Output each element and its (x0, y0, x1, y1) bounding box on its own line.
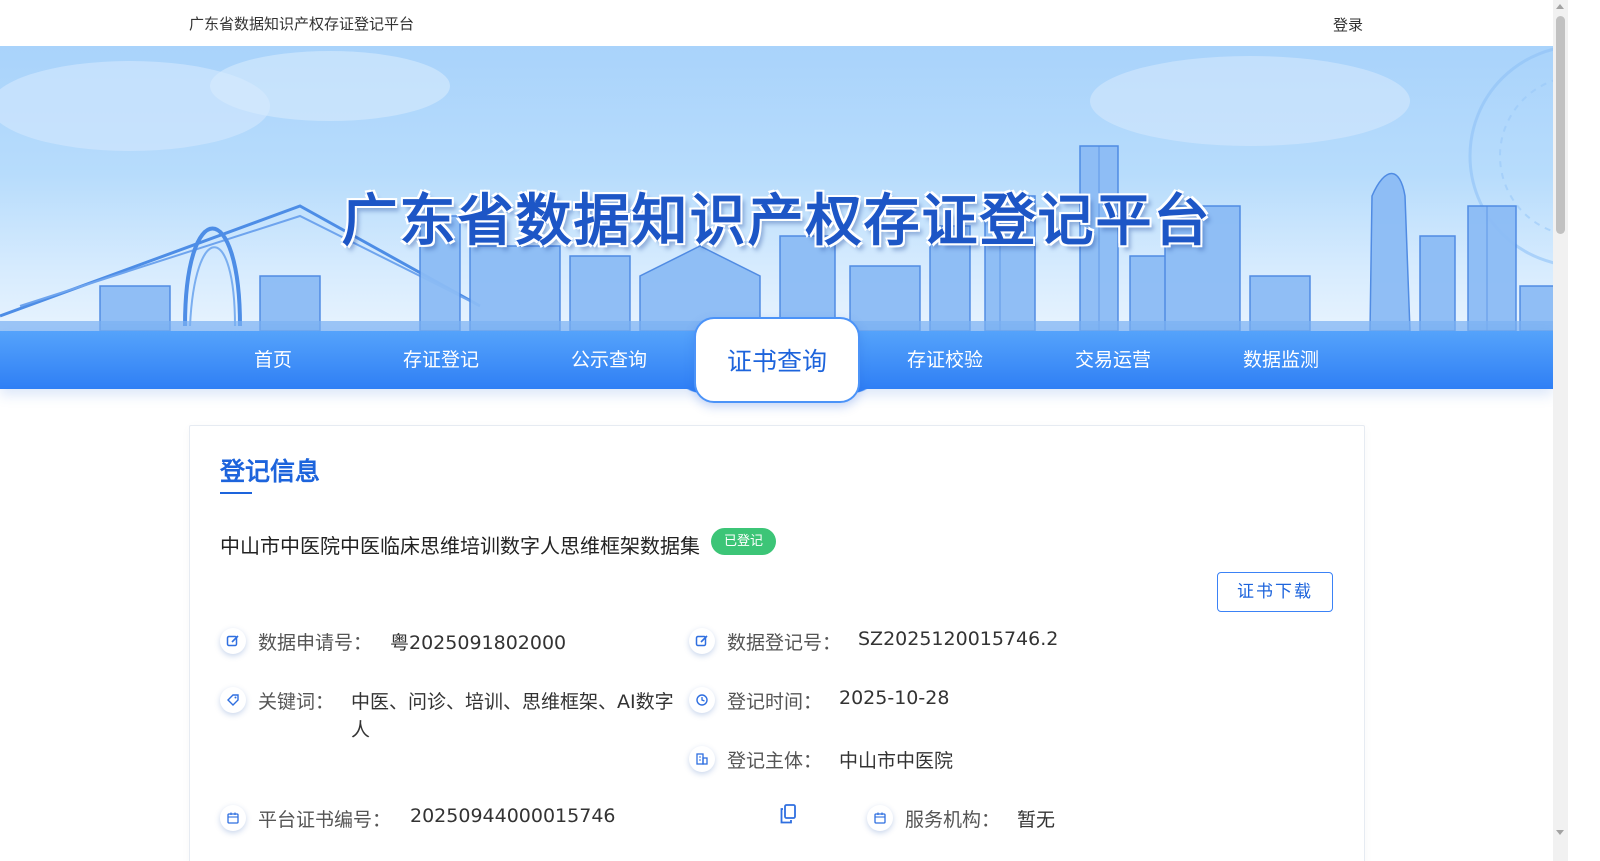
field-label: 数据申请号： (258, 632, 373, 654)
calendar-icon (867, 805, 893, 831)
scroll-up-arrow-icon[interactable] (1556, 4, 1564, 9)
field-label: 服务机构： (905, 809, 1001, 831)
nav-item-registration[interactable]: 存证登记 (357, 331, 525, 389)
banner-title: 广东省数据知识产权存证登记平台 (341, 189, 1212, 254)
field-label: 关键词： (258, 691, 335, 713)
field-value: SZ2025120015746.2 (858, 628, 1059, 650)
copy-icon[interactable] (780, 804, 796, 824)
nav-item-certificate-query[interactable]: 证书查询 (694, 317, 860, 403)
section-title: 登记信息 (220, 457, 321, 486)
field-value: 2025-10-28 (839, 687, 950, 709)
tag-icon (220, 687, 246, 713)
record-title: 中山市中医院中医临床思维培训数字人思维框架数据集 (220, 534, 700, 558)
nav-item-public-query[interactable]: 公示查询 (525, 331, 693, 389)
nav-item-trading[interactable]: 交易运营 (1029, 331, 1197, 389)
field-registration-no: 数据登记号： SZ2025120015746.2 (689, 628, 1129, 656)
section-underline (220, 492, 252, 494)
status-badge: 已登记 (711, 528, 777, 555)
field-value: 中山市中医院 (839, 750, 954, 772)
field-value: 暂无 (1017, 809, 1056, 831)
organization-icon (689, 746, 715, 772)
top-bar: 广东省数据知识产权存证登记平台 登录 (0, 0, 1553, 46)
calendar-icon (220, 805, 246, 831)
registration-info-card: 登记信息 中山市中医院中医临床思维培训数字人思维框架数据集 已登记 证书下载 数… (189, 425, 1365, 861)
field-value: 粤2025091802000 (390, 632, 567, 654)
field-value-line-1: 中医、问诊、培训、思维框架、AI数字 (351, 691, 674, 713)
field-service-agency: 服务机构： 暂无 (867, 805, 1167, 833)
vertical-scrollbar[interactable] (1553, 0, 1568, 861)
field-label: 数据登记号： (727, 632, 842, 654)
site-name: 广东省数据知识产权存证登记平台 (189, 15, 415, 33)
field-application-no: 数据申请号： 粤2025091802000 (220, 628, 660, 656)
field-keywords: 关键词： 中医、问诊、培训、思维框架、AI数字 人 (220, 687, 690, 743)
nav-item-monitoring[interactable]: 数据监测 (1197, 331, 1365, 389)
edit-icon (689, 628, 715, 654)
field-registration-time: 登记时间： 2025-10-28 (689, 687, 1129, 715)
field-label: 登记主体： (727, 750, 823, 772)
edit-icon (220, 628, 246, 654)
field-value-line-2: 人 (351, 719, 371, 741)
scroll-down-arrow-icon[interactable] (1556, 830, 1564, 835)
field-label: 登记时间： (727, 691, 823, 713)
hero-banner: 广东省数据知识产权存证登记平台 (0, 46, 1553, 331)
field-registrant: 登记主体： 中山市中医院 (689, 746, 1129, 774)
clock-icon (689, 687, 715, 713)
field-value: 20250944000015746 (410, 805, 616, 827)
main-nav: 首页 存证登记 公示查询 证书查询 存证校验 交易运营 数据监测 (0, 317, 1553, 403)
login-link[interactable]: 登录 (1333, 14, 1363, 35)
nav-item-home[interactable]: 首页 (189, 331, 357, 389)
certificate-download-button[interactable]: 证书下载 (1217, 572, 1333, 612)
nav-item-verification[interactable]: 存证校验 (861, 331, 1029, 389)
scrollbar-thumb[interactable] (1556, 16, 1565, 234)
field-certificate-no: 平台证书编号： 20250944000015746 (220, 805, 660, 833)
field-label: 平台证书编号： (258, 809, 392, 831)
